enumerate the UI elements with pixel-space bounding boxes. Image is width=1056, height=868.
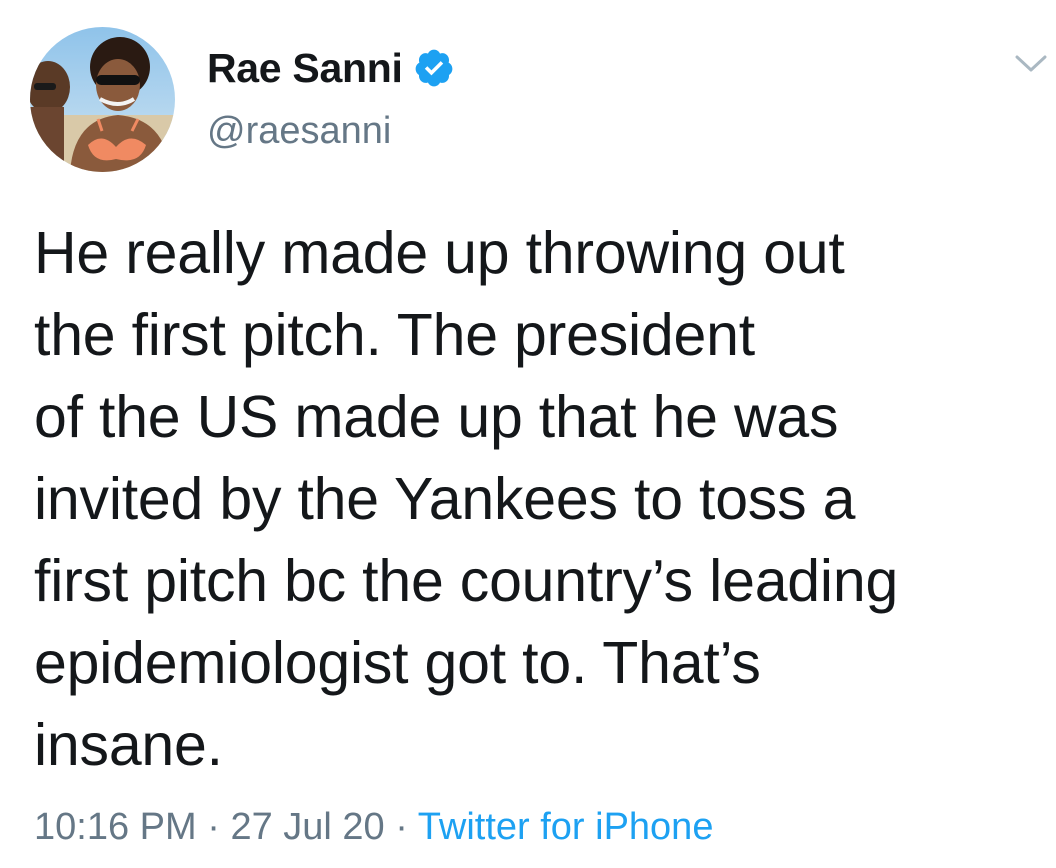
tweet-source-link[interactable]: Twitter for iPhone (418, 806, 714, 848)
tweet-text-line: insane. (34, 712, 223, 778)
meta-separator: · (384, 806, 418, 848)
profile-photo-icon (30, 27, 175, 172)
tweet-text-line: first pitch bc the country’s leading (34, 548, 899, 614)
verified-badge-icon (413, 47, 455, 89)
tweet-card: Rae Sanni @raesanni He really made up th… (0, 0, 1056, 868)
meta-separator: · (196, 806, 231, 848)
author-handle[interactable]: @raesanni (207, 110, 391, 153)
author-display-name[interactable]: Rae Sanni (207, 45, 403, 92)
tweet-text-line: epidemiologist got to. That’s (34, 630, 761, 696)
tweet-text-line: He really made up throwing out (34, 220, 845, 286)
chevron-down-icon[interactable] (1013, 52, 1049, 76)
tweet-text: He really made up throwing out the first… (34, 212, 1044, 786)
tweet-date[interactable]: 27 Jul 20 (230, 806, 384, 848)
tweet-metadata: 10:16 PM · 27 Jul 20 · Twitter for iPhon… (34, 806, 713, 849)
author-name-row: Rae Sanni (207, 42, 455, 94)
avatar[interactable] (30, 27, 175, 172)
tweet-text-line: invited by the Yankees to toss a (34, 466, 856, 532)
tweet-text-line: of the US made up that he was (34, 384, 839, 450)
tweet-text-line: the first pitch. The president (34, 302, 755, 368)
tweet-time[interactable]: 10:16 PM (34, 806, 197, 848)
